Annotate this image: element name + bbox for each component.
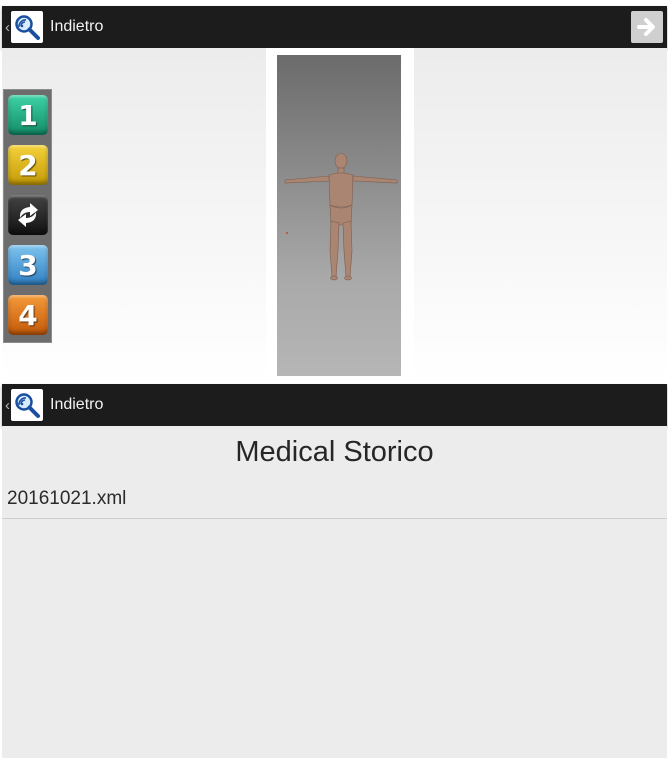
app-logo-icon	[11, 11, 43, 43]
back-button-2[interactable]: ‹ Indietro	[2, 389, 103, 421]
history-panel: Medical Storico 20161021.xml	[2, 426, 667, 758]
human-body-model	[284, 153, 398, 281]
back-label: Indietro	[50, 18, 104, 35]
body-model-viewer[interactable]	[277, 55, 401, 376]
arrow-right-icon	[637, 18, 655, 36]
top-app-bar: ‹ Indietro	[2, 6, 667, 48]
step-buttons-panel: 1 2 3 4	[3, 89, 52, 343]
bottom-app-bar: ‹ Indietro	[2, 384, 667, 426]
step-2-button[interactable]: 2	[8, 145, 48, 185]
chevron-left-icon: ‹	[5, 18, 10, 36]
file-name: 20161021.xml	[7, 488, 127, 509]
next-button[interactable]	[631, 11, 663, 43]
step-4-button[interactable]: 4	[8, 295, 48, 335]
app-logo-icon	[11, 389, 43, 421]
rotate-button[interactable]	[8, 195, 48, 235]
chevron-left-icon: ‹	[5, 396, 10, 414]
back-button[interactable]: ‹ Indietro	[2, 11, 103, 43]
rotate-icon	[18, 203, 38, 227]
step-1-button[interactable]: 1	[8, 95, 48, 135]
step-3-button[interactable]: 3	[8, 245, 48, 285]
page-title: Medical Storico	[235, 436, 434, 468]
list-item[interactable]: 20161021.xml	[2, 484, 667, 519]
back-label: Indietro	[50, 396, 104, 413]
